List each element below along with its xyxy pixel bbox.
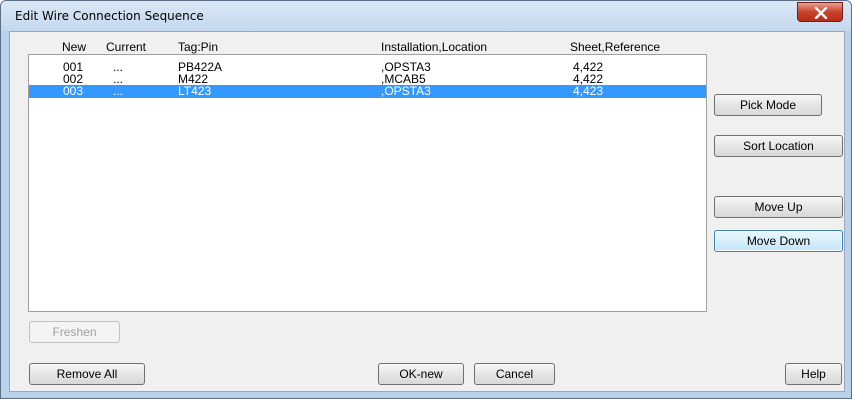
close-button[interactable] [797,2,843,22]
move-up-button[interactable]: Move Up [714,196,843,218]
title-bar[interactable]: Edit Wire Connection Sequence [1,1,851,31]
move-down-button[interactable]: Move Down [714,230,843,252]
cell-tag-pin: LT423 [178,84,212,98]
column-header-new[interactable]: New [62,40,86,54]
column-header-installation-location[interactable]: Installation,Location [381,40,487,54]
close-icon [814,7,828,19]
cell-sheet-reference: 4,423 [573,84,604,98]
ok-new-button[interactable]: OK-new [378,363,464,385]
cell-current: ... [113,84,124,98]
list-item-selected[interactable]: 003 ... LT423 ,OPSTA3 4,423 [29,85,706,98]
help-button[interactable]: Help [785,363,842,385]
dialog-window: Edit Wire Connection Sequence New Curren… [0,0,852,399]
wire-connection-list[interactable]: 001 ... PB422A ,OPSTA3 4,422 002 ... M42… [28,54,707,312]
cell-new: 003 [63,84,84,98]
list-item[interactable]: 002 ... M422 ,MCAB5 4,422 [29,73,706,85]
cancel-button[interactable]: Cancel [474,363,555,385]
column-header-current[interactable]: Current [106,40,146,54]
freshen-button[interactable]: Freshen [29,321,120,343]
cell-installation-location: ,OPSTA3 [381,84,431,98]
remove-all-button[interactable]: Remove All [29,363,145,385]
window-title: Edit Wire Connection Sequence [15,9,204,23]
dialog-client-area: New Current Tag:Pin Installation,Locatio… [9,31,845,392]
sort-location-button[interactable]: Sort Location [714,135,843,157]
list-item[interactable]: 001 ... PB422A ,OPSTA3 4,422 [29,61,706,73]
pick-mode-button[interactable]: Pick Mode [714,94,822,116]
column-header-sheet-reference[interactable]: Sheet,Reference [570,40,660,54]
column-header-tag-pin[interactable]: Tag:Pin [178,40,218,54]
